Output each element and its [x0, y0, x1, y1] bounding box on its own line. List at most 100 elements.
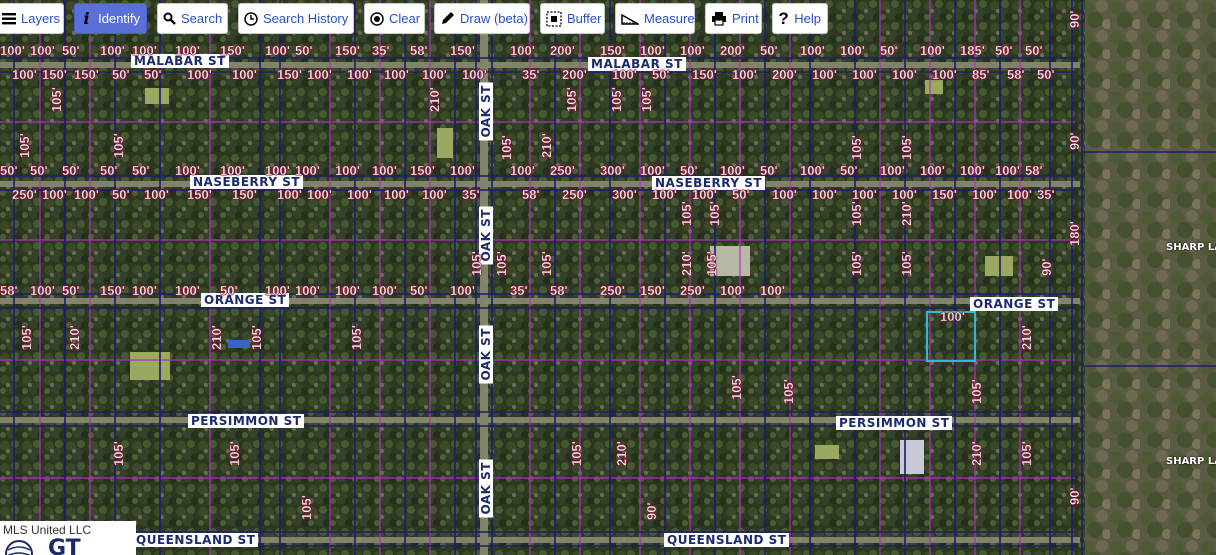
- dimension-label: 150': [600, 43, 625, 58]
- dimension-label: 150': [640, 283, 665, 298]
- measure-button[interactable]: Measure: [615, 3, 695, 34]
- map-view[interactable]: MALABAR ST MALABAR ST NASEBERRY ST NASEB…: [0, 0, 1216, 555]
- dimension-label: 150': [74, 67, 99, 82]
- dimension-label: 100': [295, 163, 320, 178]
- dimension-label: 100': [732, 67, 757, 82]
- dimension-label: 150': [932, 187, 957, 202]
- dimension-label: 100': [0, 43, 25, 58]
- dimension-label: 58': [1007, 67, 1025, 82]
- dimension-label: 50': [100, 163, 118, 178]
- dimension-label-vertical: 105': [609, 87, 624, 112]
- dimension-label-vertical: 90': [1039, 258, 1054, 276]
- layers-button[interactable]: Layers: [0, 3, 64, 34]
- dimension-label: 100': [720, 163, 745, 178]
- dimension-label: 100': [800, 163, 825, 178]
- dimension-label: 50': [220, 283, 238, 298]
- dimension-label-vertical: 210': [1019, 325, 1034, 350]
- dimension-label: 100': [100, 43, 125, 58]
- dimension-label: 100': [347, 187, 372, 202]
- dimension-label: 250': [562, 187, 587, 202]
- dimension-label-vertical: 210': [614, 441, 629, 466]
- dimension-label: 35': [372, 43, 390, 58]
- street-label: PERSIMMON ST: [836, 416, 953, 430]
- search-history-button[interactable]: Search History: [238, 3, 354, 34]
- dimension-label-vertical: 105': [849, 135, 864, 160]
- aerial-imagery: [0, 0, 1216, 555]
- dimension-label-vertical: 105': [707, 201, 722, 226]
- dimension-label: 100': [812, 187, 837, 202]
- dimension-label: 250': [600, 283, 625, 298]
- draw-button[interactable]: Draw (beta): [434, 3, 530, 34]
- dimension-label: 100': [720, 283, 745, 298]
- clear-icon: [370, 11, 384, 26]
- dimension-label: 100': [510, 43, 535, 58]
- dimension-label: 100': [30, 283, 55, 298]
- dimension-label: 50': [760, 163, 778, 178]
- dimension-label: 35': [462, 187, 480, 202]
- dimension-label-vertical: 210': [679, 251, 694, 276]
- street-label: SHARP LA: [1166, 456, 1216, 467]
- identify-button[interactable]: i Identify: [74, 3, 147, 34]
- dimension-label: 100': [892, 187, 917, 202]
- dimension-label: 100': [852, 67, 877, 82]
- dimension-label-vertical: 105': [679, 201, 694, 226]
- search-icon: [163, 12, 176, 25]
- dimension-label-vertical: 105': [781, 379, 796, 404]
- dimension-label: 300': [612, 187, 637, 202]
- dimension-label-vertical: 210': [539, 133, 554, 158]
- dimension-label-vertical: 105': [564, 87, 579, 112]
- buffer-button[interactable]: Buffer: [540, 3, 605, 34]
- dimension-label-vertical: 105': [19, 325, 34, 350]
- dimension-label: 100': [12, 67, 37, 82]
- dimension-label: 100': [932, 67, 957, 82]
- dimension-label: 50': [112, 67, 130, 82]
- dimension-label: 100': [840, 43, 865, 58]
- dimension-label-vertical: 105': [1019, 441, 1034, 466]
- dimension-label: 300': [600, 163, 625, 178]
- dimension-label-vertical: 105': [849, 201, 864, 226]
- dimension-label: 100': [347, 67, 372, 82]
- dimension-label: 150': [187, 187, 212, 202]
- dimension-label: 100': [450, 283, 475, 298]
- clear-button[interactable]: Clear: [364, 3, 425, 34]
- dimension-label: 150': [692, 67, 717, 82]
- dimension-label: 185': [960, 43, 985, 58]
- dimension-label: 100': [640, 163, 665, 178]
- dimension-label: 100': [510, 163, 535, 178]
- printer-icon: [711, 11, 727, 26]
- dimension-label: 100': [232, 67, 257, 82]
- dimension-label-vertical: 105': [49, 87, 64, 112]
- dimension-label: 100': [187, 67, 212, 82]
- dimension-label: 100': [612, 67, 637, 82]
- dimension-label-vertical: 105': [499, 135, 514, 160]
- dimension-label: 50': [760, 43, 778, 58]
- dimension-label-vertical: 105': [899, 251, 914, 276]
- dimension-label: 100': [422, 67, 447, 82]
- attribution-text: MLS United LLC: [3, 523, 92, 537]
- help-button[interactable]: ? Help: [772, 3, 828, 34]
- print-button[interactable]: Print: [705, 3, 762, 34]
- dimension-label: 50': [62, 163, 80, 178]
- dimension-label-vertical: 105': [349, 325, 364, 350]
- buffer-icon: [546, 10, 562, 27]
- dimension-label: 100': [265, 43, 290, 58]
- dimension-label: 100': [265, 163, 290, 178]
- dimension-label-vertical: 105': [899, 135, 914, 160]
- info-icon: i: [83, 9, 90, 28]
- street-label: QUEENSLAND ST: [664, 533, 790, 547]
- street-label-oak: OAK ST: [479, 459, 493, 518]
- dimension-label: 100': [892, 67, 917, 82]
- dimension-label-vertical: 210': [899, 201, 914, 226]
- dimension-label: 100': [335, 163, 360, 178]
- clock-icon: [244, 11, 258, 26]
- attribution: MLS United LLC GT: [0, 521, 136, 555]
- search-button[interactable]: Search: [157, 3, 228, 34]
- dimension-label: 100': [680, 43, 705, 58]
- dimension-label: 100': [640, 43, 665, 58]
- dimension-label: 58': [550, 283, 568, 298]
- dimension-label: 50': [132, 163, 150, 178]
- dimension-label: 200': [772, 67, 797, 82]
- dimension-label-vertical: 90': [1067, 10, 1082, 28]
- dimension-label: 200': [550, 43, 575, 58]
- dimension-label: 100': [175, 163, 200, 178]
